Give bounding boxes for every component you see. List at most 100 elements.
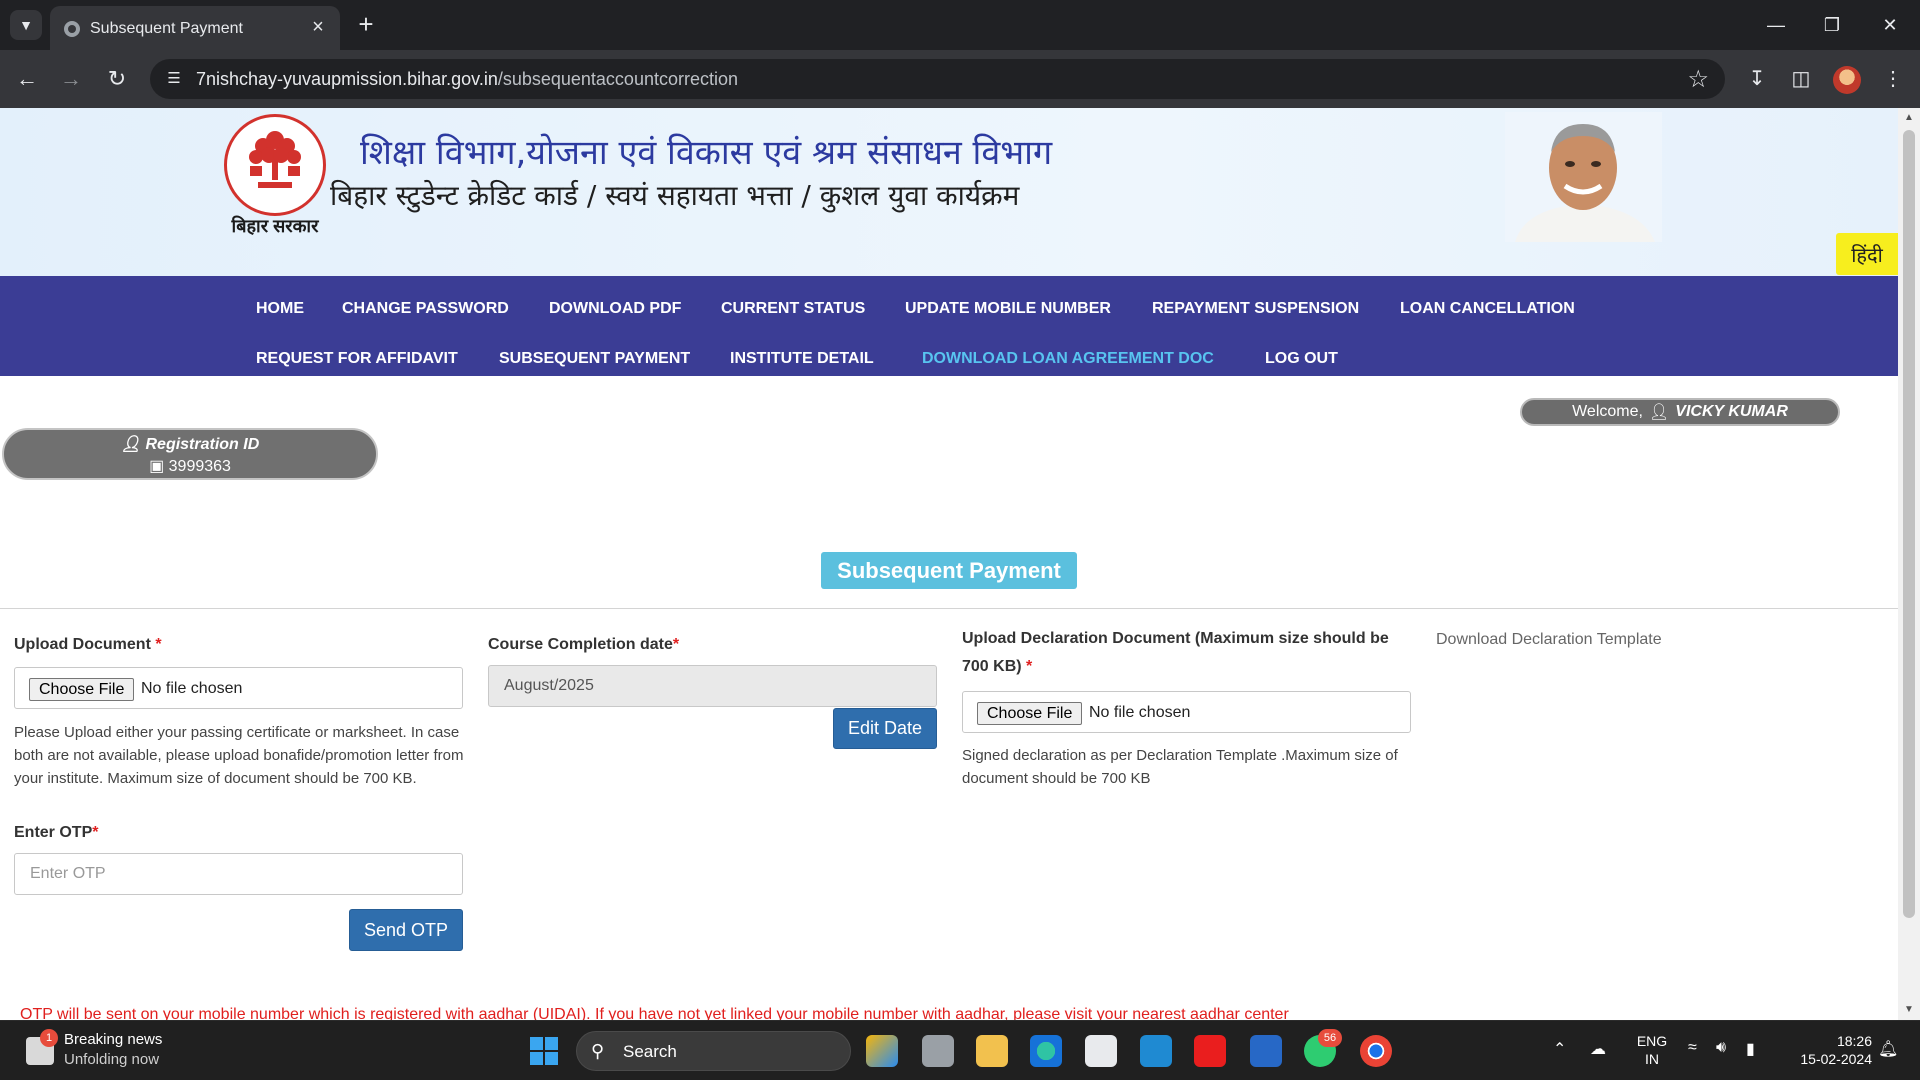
otp-label: Enter OTP*: [14, 819, 98, 847]
clock-date: 15-02-2024: [1800, 1051, 1872, 1067]
no-file-text: No file chosen: [1089, 704, 1191, 721]
scrollbar-thumb[interactable]: [1903, 130, 1915, 918]
registration-id-value: 3999363: [168, 458, 231, 475]
minimize-button[interactable]: —: [1756, 10, 1796, 40]
otp-input[interactable]: Enter OTP: [14, 853, 463, 895]
scroll-down-arrow-icon[interactable]: ▼: [1898, 1000, 1920, 1020]
notification-bell-icon[interactable]: 🔔︎: [1878, 1039, 1898, 1059]
nav-home[interactable]: HOME: [256, 300, 304, 318]
choose-file-button[interactable]: Choose File: [977, 702, 1083, 725]
search-icon: ⚲: [591, 1041, 605, 1061]
send-otp-button[interactable]: Send OTP: [349, 909, 463, 951]
back-button[interactable]: ←: [12, 64, 42, 94]
upload-document-file-input[interactable]: Choose File No file chosen: [14, 667, 463, 709]
scroll-up-arrow-icon[interactable]: ▲: [1898, 108, 1920, 128]
taskbar-search[interactable]: ⚲ Search: [576, 1031, 851, 1071]
lang-top: ENG: [1636, 1033, 1668, 1049]
course-completion-date-field[interactable]: August/2025: [488, 665, 937, 707]
nav-download-pdf[interactable]: DOWNLOAD PDF: [549, 300, 681, 318]
nav-update-mobile-number[interactable]: UPDATE MOBILE NUMBER: [905, 300, 1111, 318]
site-info-icon[interactable]: ☰: [164, 69, 184, 89]
close-tab-icon[interactable]: ×: [306, 15, 330, 39]
lang-bottom: IN: [1645, 1051, 1659, 1067]
no-file-text: No file chosen: [141, 680, 243, 697]
profile-avatar[interactable]: [1833, 66, 1861, 94]
nav-loan-cancellation[interactable]: LOAN CANCELLATION: [1400, 300, 1575, 318]
download-icon[interactable]: ↧: [1742, 64, 1772, 94]
tab-title: Subsequent Payment: [90, 20, 243, 37]
registration-label-row: 👤︎ Registration ID: [4, 434, 376, 454]
whatsapp-badge: 56: [1318, 1029, 1342, 1047]
file-explorer-icon[interactable]: [976, 1035, 1008, 1067]
battery-icon[interactable]: ▮: [1746, 1039, 1755, 1059]
choose-file-button[interactable]: Choose File: [29, 678, 135, 701]
edit-date-button[interactable]: Edit Date: [833, 708, 937, 749]
nav-request-for-affidavit[interactable]: REQUEST FOR AFFIDAVIT: [256, 350, 458, 368]
otp-note: OTP will be sent on your mobile number w…: [20, 1006, 1289, 1020]
upload-document-label: Upload Document *: [14, 631, 162, 659]
copilot-app-icon[interactable]: [866, 1035, 898, 1067]
scheme-subtitle: बिहार स्टुडेन्ट क्रेडिट कार्ड / स्वयं सह…: [330, 179, 1020, 212]
input-language-indicator[interactable]: ENG IN: [1632, 1032, 1672, 1068]
download-declaration-template-link[interactable]: Download Declaration Template: [1436, 631, 1662, 649]
browser-tab-active[interactable]: Subsequent Payment ×: [50, 6, 340, 50]
bihar-emblem-logo: बिहार सरकार: [222, 114, 328, 264]
edge-browser-icon[interactable]: [1030, 1035, 1062, 1067]
nav-subsequent-payment[interactable]: SUBSEQUENT PAYMENT: [499, 350, 690, 368]
nav-repayment-suspension[interactable]: REPAYMENT SUSPENSION: [1152, 300, 1359, 318]
reload-button[interactable]: ↻: [102, 64, 132, 94]
browser-tab-strip: ▼ Subsequent Payment × + — ❐ ✕: [0, 0, 1920, 50]
browser-toolbar: ← → ↻ ☰ 7nishchay-yuvaupmission.bihar.go…: [0, 50, 1920, 108]
address-bar[interactable]: ☰ 7nishchay-yuvaupmission.bihar.gov.in/s…: [150, 59, 1725, 99]
menu-kebab-icon[interactable]: ⋮: [1878, 64, 1908, 94]
youtube-icon[interactable]: [1194, 1035, 1226, 1067]
welcome-label: Welcome,: [1572, 403, 1643, 420]
close-window-button[interactable]: ✕: [1870, 10, 1910, 40]
page-scrollbar[interactable]: ▲ ▼: [1898, 108, 1920, 1020]
url-host: 7nishchay-yuvaupmission.bihar.gov.in: [196, 69, 498, 89]
tab-search-button[interactable]: ▼: [10, 10, 42, 40]
clock[interactable]: 18:26 15-02-2024: [1780, 1032, 1872, 1068]
show-hidden-icons-chevron-icon[interactable]: ⌃: [1553, 1039, 1566, 1059]
registration-id-badge: 👤︎ Registration ID ▣ 3999363: [2, 428, 378, 480]
required-star: *: [672, 636, 680, 653]
user-name: VICKY KUMAR: [1675, 403, 1788, 420]
nav-download-loan-agreement[interactable]: DOWNLOAD LOAN AGREEMENT DOC: [922, 350, 1214, 368]
news-subtitle[interactable]: Unfolding now: [64, 1051, 159, 1068]
globe-icon: [64, 21, 80, 37]
microsoft-store-icon[interactable]: [1085, 1035, 1117, 1067]
onedrive-icon[interactable]: ☁: [1590, 1039, 1606, 1059]
nav-log-out[interactable]: LOG OUT: [1265, 350, 1338, 368]
upload-document-help: Please Upload either your passing certif…: [14, 724, 464, 787]
emblem-caption: बिहार सरकार: [231, 216, 319, 236]
chrome-icon[interactable]: [1360, 1035, 1392, 1067]
nav-current-status[interactable]: CURRENT STATUS: [721, 300, 865, 318]
wifi-icon[interactable]: ≈: [1688, 1039, 1697, 1057]
otp-label-text: Enter OTP: [14, 824, 93, 841]
nav-institute-detail[interactable]: INSTITUTE DETAIL: [730, 350, 874, 368]
registration-value-row: ▣ 3999363: [4, 456, 376, 476]
hindi-language-toggle[interactable]: हिंदी: [1836, 233, 1898, 275]
restore-button[interactable]: ❐: [1812, 10, 1852, 40]
task-view-icon[interactable]: [922, 1035, 954, 1067]
welcome-badge: Welcome, 👤︎ VICKY KUMAR: [1520, 398, 1840, 426]
declaration-document-file-input[interactable]: Choose File No file chosen: [962, 691, 1411, 733]
taskbar-search-label: Search: [623, 1042, 677, 1061]
subsequent-payment-form: Upload Document * Choose File No file ch…: [0, 608, 1898, 1020]
news-title[interactable]: Breaking news: [64, 1031, 162, 1048]
vscode-icon[interactable]: [1140, 1035, 1172, 1067]
required-star: *: [92, 824, 99, 841]
new-tab-button[interactable]: +: [352, 10, 380, 38]
word-app-icon[interactable]: [1250, 1035, 1282, 1067]
side-panel-icon[interactable]: ◫: [1786, 64, 1816, 94]
nav-change-password[interactable]: CHANGE PASSWORD: [342, 300, 509, 318]
volume-icon[interactable]: 🔊︎: [1716, 1039, 1726, 1057]
course-completion-label-text: Course Completion date: [488, 636, 673, 653]
windows-start-icon[interactable]: [530, 1037, 558, 1065]
site-header: बिहार सरकार शिक्षा विभाग,योजना एवं विकास…: [0, 108, 1898, 276]
windows-taskbar: 1 Breaking news Unfolding now ⚲ Search 5…: [0, 1020, 1920, 1080]
bodhi-tree-icon: [249, 131, 301, 188]
bookmark-star-icon[interactable]: ☆: [1687, 65, 1709, 94]
forward-button[interactable]: →: [56, 64, 86, 94]
url-text[interactable]: 7nishchay-yuvaupmission.bihar.gov.in/sub…: [196, 69, 738, 90]
